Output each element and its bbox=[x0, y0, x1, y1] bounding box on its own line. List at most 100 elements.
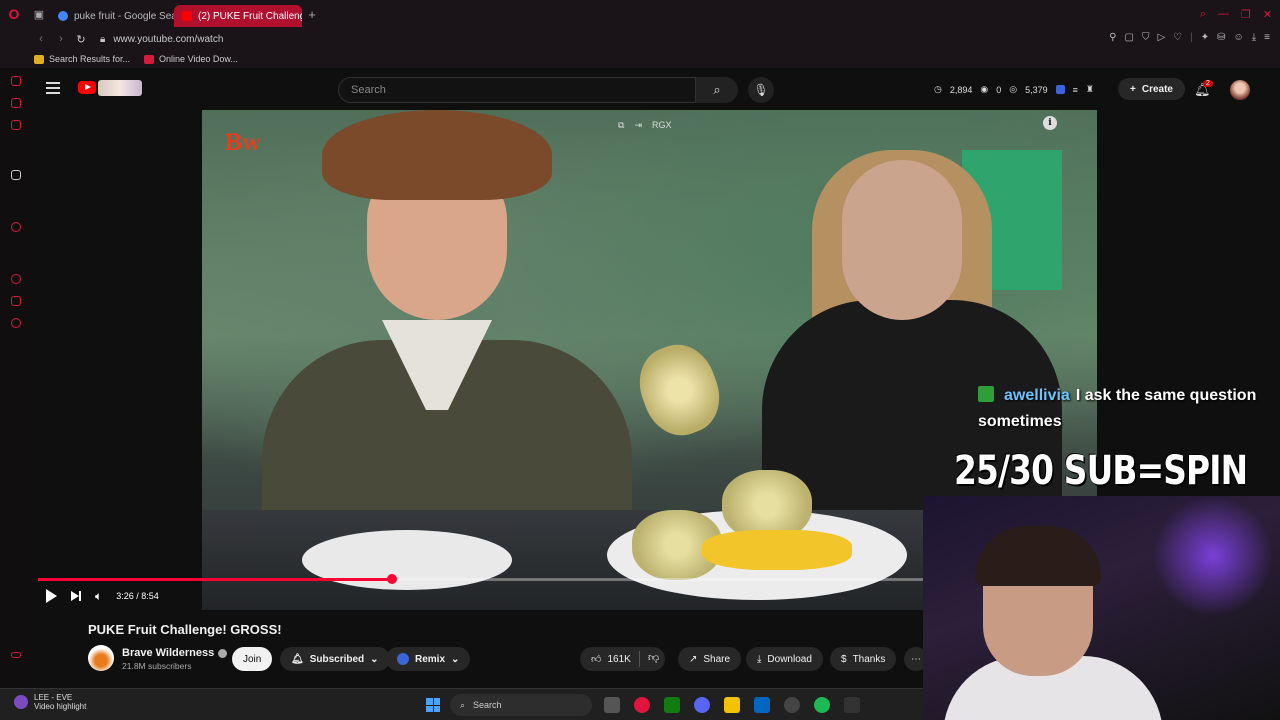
popout-icon[interactable]: ⧉ bbox=[618, 120, 624, 131]
obs-icon[interactable] bbox=[784, 697, 800, 713]
discord-icon[interactable] bbox=[694, 697, 710, 713]
voice-search-button[interactable]: 🎙︎ bbox=[748, 77, 774, 103]
play-icon[interactable] bbox=[46, 589, 57, 603]
windows-start-icon[interactable] bbox=[426, 698, 440, 712]
next-video-icon[interactable] bbox=[71, 591, 81, 601]
maximize-icon[interactable]: ❐ bbox=[1241, 8, 1251, 21]
minimize-icon[interactable]: — bbox=[1218, 8, 1229, 20]
create-button[interactable]: + Create bbox=[1118, 78, 1185, 100]
new-tab-icon[interactable]: + bbox=[302, 7, 322, 22]
wallet-icon[interactable]: ⛁ bbox=[1217, 32, 1225, 43]
bookmark-video-downloader[interactable]: Online Video Dow... bbox=[144, 54, 238, 64]
close-icon[interactable]: ✕ bbox=[1263, 8, 1272, 21]
thumbs-down-icon[interactable]: 👎︎ bbox=[648, 651, 659, 664]
thanks-icon: $ bbox=[841, 653, 847, 665]
extension-stats: ◷ 2,894 ◉ 0 ◎ 5,379 ≡ ♜ bbox=[934, 84, 1094, 95]
bell-icon: 🔔︎ bbox=[291, 653, 304, 665]
sidebar-history-icon[interactable] bbox=[11, 274, 21, 284]
file-explorer-icon[interactable] bbox=[724, 697, 740, 713]
media-subtitle: Video highlight bbox=[34, 702, 87, 711]
streamer-webcam bbox=[923, 496, 1280, 720]
extensions-icon[interactable]: ✦ bbox=[1201, 32, 1209, 43]
media-title: LEE - EVE bbox=[34, 693, 73, 702]
bookmarks-bar: Search Results for... Online Video Dow..… bbox=[0, 50, 1280, 68]
tab-menu-icon[interactable]: ▣ bbox=[28, 0, 50, 28]
extension-badge-icon[interactable] bbox=[1055, 85, 1065, 94]
hamburger-menu-icon[interactable] bbox=[46, 82, 60, 94]
progress-fill bbox=[38, 578, 392, 581]
tab-youtube-video[interactable]: (2) PUKE Fruit Challenge bbox=[174, 5, 302, 27]
stat-b: 0 bbox=[996, 84, 1002, 95]
trophy-icon[interactable]: ♜ bbox=[1086, 84, 1094, 95]
play-icon[interactable]: ▷ bbox=[1157, 32, 1165, 43]
like-count: 161K bbox=[607, 653, 631, 665]
screen: O ▣ puke fruit - Google Search (2) PUKE … bbox=[0, 0, 1280, 720]
bookmark-search-results[interactable]: Search Results for... bbox=[34, 54, 130, 64]
youtube-header: Search ⌕ 🎙︎ ◷ 2,894 ◉ 0 ◎ 5,379 ≡ ♜ + Cr… bbox=[32, 68, 1280, 110]
profile-icon[interactable]: ☺ bbox=[1234, 32, 1244, 43]
subscribed-label: Subscribed bbox=[309, 653, 365, 665]
xbox-icon[interactable] bbox=[664, 697, 680, 713]
download-button[interactable]: ⤓ Download bbox=[746, 647, 823, 671]
pin-icon[interactable]: ⚲ bbox=[1109, 32, 1116, 43]
create-label: Create bbox=[1141, 83, 1173, 95]
overlay-label[interactable]: RGX bbox=[652, 120, 672, 131]
spotify-icon[interactable] bbox=[814, 697, 830, 713]
webcam-purple-light bbox=[1143, 496, 1280, 616]
task-view-icon[interactable] bbox=[604, 697, 620, 713]
media-widget[interactable]: LEE - EVE Video highlight bbox=[14, 693, 86, 711]
subscriber-count: 21.8M subscribers bbox=[122, 661, 192, 671]
progress-scrubber[interactable] bbox=[387, 574, 397, 584]
store-icon[interactable] bbox=[754, 697, 770, 713]
epic-games-icon[interactable] bbox=[844, 697, 860, 713]
join-label: Join bbox=[243, 653, 262, 665]
forward-icon[interactable]: › bbox=[52, 33, 70, 45]
address-bar-actions: ⚲ ▢ ⛉ ▷ ♡ | ✦ ⛁ ☺ ⤓ ≡ bbox=[1109, 32, 1270, 43]
download-icon: ⤓ bbox=[757, 653, 762, 665]
sidebar-player-icon[interactable] bbox=[11, 222, 21, 232]
account-avatar[interactable] bbox=[1230, 80, 1250, 100]
channel-avatar[interactable] bbox=[88, 645, 114, 671]
back-icon[interactable]: ‹ bbox=[32, 33, 50, 45]
taskbar-search-input[interactable]: ⌕ Search bbox=[450, 694, 592, 716]
thanks-button[interactable]: $ Thanks bbox=[830, 647, 897, 671]
bookmark-label: Online Video Dow... bbox=[159, 54, 238, 64]
snapshot-icon[interactable]: ▢ bbox=[1125, 32, 1134, 43]
chat-username: awellivia bbox=[1004, 387, 1070, 404]
video-progress-bar[interactable] bbox=[38, 574, 923, 584]
channel-name[interactable]: Brave Wilderness bbox=[122, 647, 228, 659]
search-input[interactable]: Search bbox=[338, 77, 696, 103]
exit-icon[interactable]: ⇥ bbox=[634, 120, 642, 131]
tab-google-search[interactable]: puke fruit - Google Search bbox=[50, 5, 174, 27]
volume-icon[interactable]: 🔈︎ bbox=[95, 589, 102, 604]
url-text: www.youtube.com/watch bbox=[113, 33, 224, 45]
search-button[interactable]: ⌕ bbox=[696, 77, 738, 103]
opera-logo-icon[interactable]: O bbox=[0, 0, 28, 28]
sidebar-mail-icon[interactable] bbox=[11, 120, 21, 130]
search-tabs-icon[interactable]: ⌕ bbox=[1200, 8, 1206, 21]
share-button[interactable]: ↗ Share bbox=[678, 647, 742, 671]
subscribed-button[interactable]: 🔔︎ Subscribed ⌄ bbox=[280, 647, 390, 671]
sidebar-aria-icon[interactable] bbox=[11, 76, 21, 86]
youtube-doodle-icon[interactable] bbox=[98, 80, 142, 96]
sidebar-ai-icon[interactable] bbox=[11, 170, 21, 180]
list-icon[interactable]: ≡ bbox=[1073, 85, 1078, 95]
url-field[interactable]: 🔒︎ www.youtube.com/watch bbox=[100, 34, 223, 45]
menu-icon[interactable]: ≡ bbox=[1264, 32, 1270, 43]
shield-icon[interactable]: ⛉ bbox=[1142, 32, 1150, 43]
youtube-logo-icon[interactable] bbox=[78, 81, 96, 94]
video-overlay-tools: ⧉ ⇥ RGX bbox=[618, 120, 672, 131]
sidebar-gx-icon[interactable] bbox=[11, 652, 21, 658]
opera-gx-icon[interactable] bbox=[634, 697, 650, 713]
info-icon[interactable]: i bbox=[1043, 116, 1057, 130]
thumbs-up-icon: 👍︎ bbox=[591, 654, 602, 665]
download-icon[interactable]: ⤓ bbox=[1252, 32, 1256, 43]
heart-icon[interactable]: ♡ bbox=[1173, 32, 1182, 43]
sidebar-extensions-icon[interactable] bbox=[11, 296, 21, 306]
notification-count-badge: 2 bbox=[1203, 80, 1213, 87]
sidebar-messenger-icon[interactable] bbox=[11, 98, 21, 108]
sidebar-settings-icon[interactable] bbox=[11, 318, 21, 328]
remix-button[interactable]: Remix ⌄ bbox=[386, 647, 471, 671]
reload-icon[interactable]: ↻ bbox=[72, 33, 90, 46]
join-button[interactable]: Join bbox=[232, 647, 273, 671]
